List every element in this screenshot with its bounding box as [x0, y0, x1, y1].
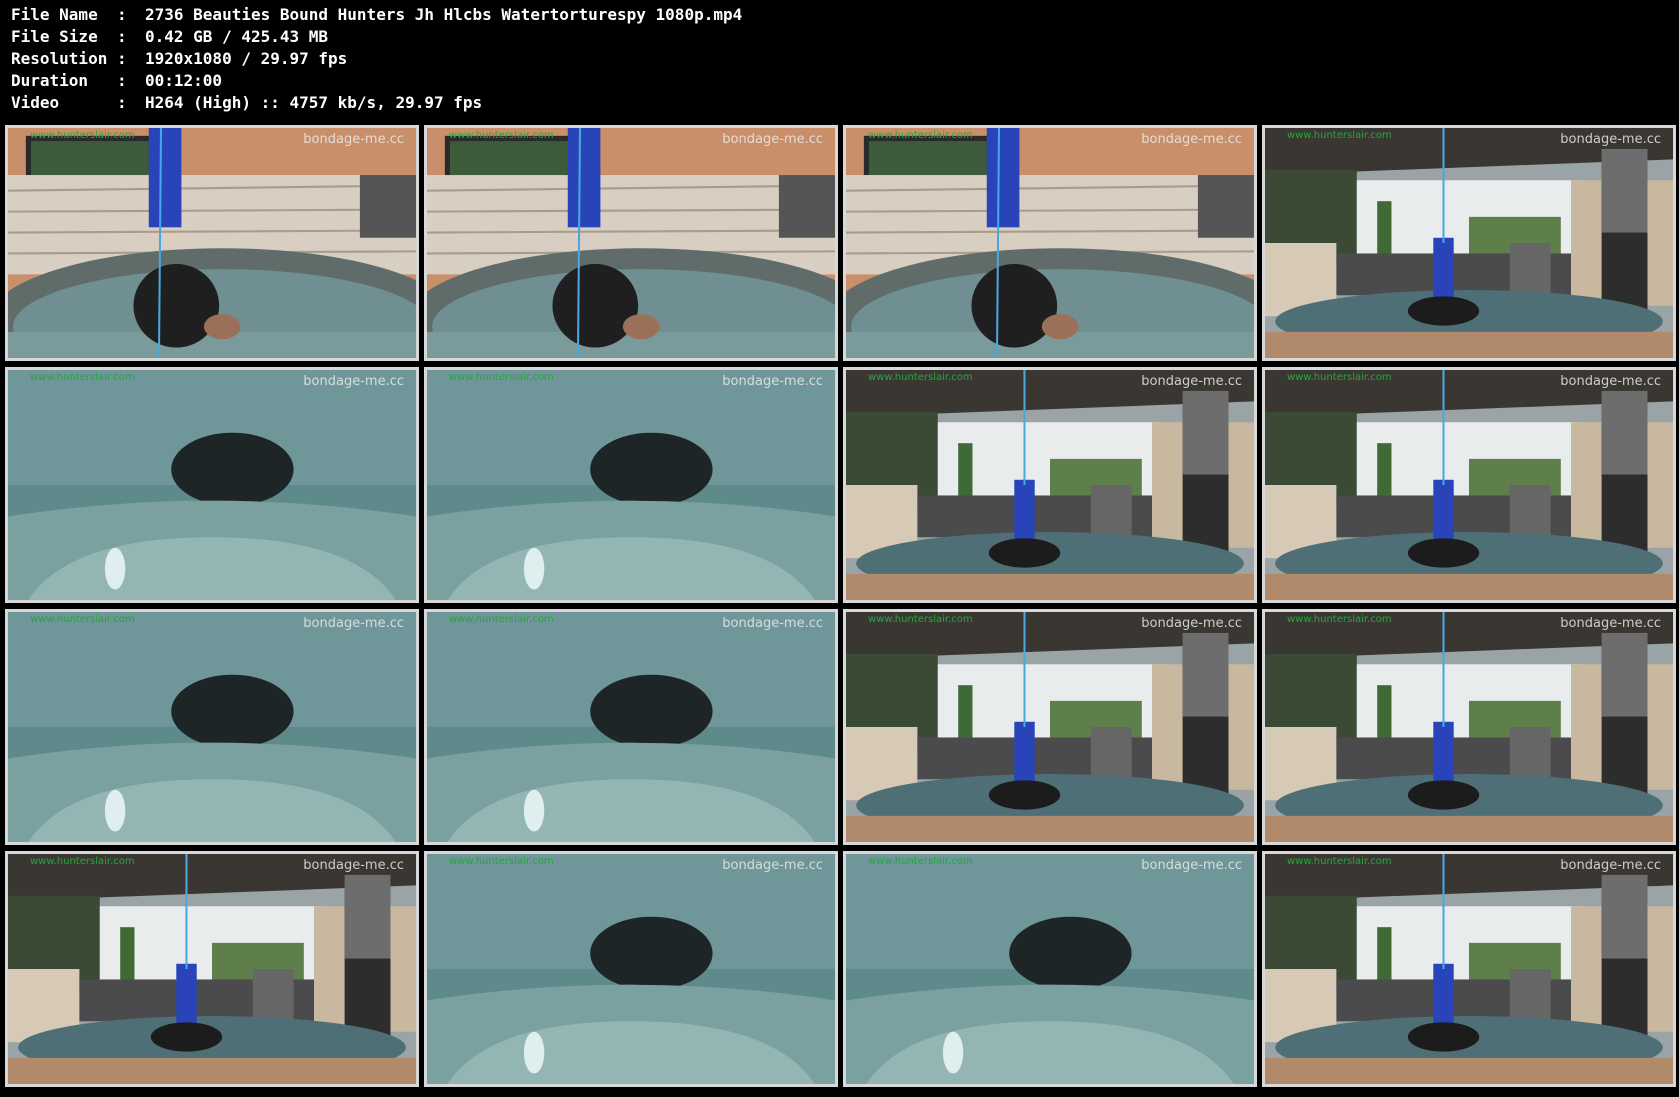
underwater-scene-image: [8, 370, 416, 600]
patio-scene-image: [1265, 612, 1673, 842]
watermark-bondage-me: bondage-me.cc: [303, 616, 404, 631]
watermark-bondage-me: bondage-me.cc: [303, 858, 404, 873]
info-separator: :: [117, 71, 127, 90]
info-row-file-size: File Size : 0.42 GB / 425.43 MB: [11, 26, 1651, 48]
underwater-scene-image: [427, 612, 835, 842]
thumbnail-frame-6: www.hunterslair.com bondage-me.cc: [424, 367, 838, 603]
patio-scene-image: [1265, 128, 1673, 358]
thumbnail-frame-9: www.hunterslair.com bondage-me.cc: [5, 609, 419, 845]
info-separator: :: [117, 27, 127, 46]
thumbnail-frame-16: www.hunterslair.com bondage-me.cc: [1262, 851, 1676, 1087]
watermark-hunterslair: www.hunterslair.com: [449, 130, 554, 141]
watermark-hunterslair: www.hunterslair.com: [30, 130, 135, 141]
watermark-bondage-me: bondage-me.cc: [722, 858, 823, 873]
watermark-bondage-me: bondage-me.cc: [1141, 374, 1242, 389]
info-value: 0.42 GB / 425.43 MB: [145, 27, 329, 46]
info-label: File Size: [11, 27, 98, 46]
watermark-hunterslair: www.hunterslair.com: [449, 614, 554, 625]
watermark-bondage-me: bondage-me.cc: [1141, 616, 1242, 631]
poolside-scene-image: [8, 128, 416, 358]
watermark-hunterslair: www.hunterslair.com: [868, 130, 973, 141]
info-label: Duration: [11, 71, 89, 90]
thumbnail-frame-11: www.hunterslair.com bondage-me.cc: [843, 609, 1257, 845]
thumbnail-frame-5: www.hunterslair.com bondage-me.cc: [5, 367, 419, 603]
patio-scene-image: [846, 370, 1254, 600]
info-label: Video: [11, 93, 60, 112]
underwater-scene-image: [427, 854, 835, 1084]
watermark-hunterslair: www.hunterslair.com: [868, 856, 973, 867]
thumbnail-frame-13: www.hunterslair.com bondage-me.cc: [5, 851, 419, 1087]
thumbnail-frame-8: www.hunterslair.com bondage-me.cc: [1262, 367, 1676, 603]
info-row-video: Video : H264 (High) :: 4757 kb/s, 29.97 …: [11, 92, 1651, 114]
thumbnail-frame-4: www.hunterslair.com bondage-me.cc: [1262, 125, 1676, 361]
watermark-hunterslair: www.hunterslair.com: [449, 372, 554, 383]
info-value: H264 (High) :: 4757 kb/s, 29.97 fps: [145, 93, 483, 112]
info-label: File Name: [11, 5, 98, 24]
underwater-scene-image: [8, 612, 416, 842]
info-value: 2736 Beauties Bound Hunters Jh Hlcbs Wat…: [145, 5, 743, 24]
watermark-bondage-me: bondage-me.cc: [722, 132, 823, 147]
watermark-hunterslair: www.hunterslair.com: [1287, 130, 1392, 141]
info-row-resolution: Resolution : 1920x1080 / 29.97 fps: [11, 48, 1651, 70]
watermark-bondage-me: bondage-me.cc: [303, 132, 404, 147]
watermark-bondage-me: bondage-me.cc: [1560, 616, 1661, 631]
info-value: 00:12:00: [145, 71, 223, 90]
watermark-bondage-me: bondage-me.cc: [1560, 374, 1661, 389]
patio-scene-image: [8, 854, 416, 1084]
info-separator: :: [117, 93, 127, 112]
watermark-hunterslair: www.hunterslair.com: [30, 614, 135, 625]
watermark-bondage-me: bondage-me.cc: [303, 374, 404, 389]
patio-scene-image: [846, 612, 1254, 842]
watermark-bondage-me: bondage-me.cc: [1560, 858, 1661, 873]
watermark-bondage-me: bondage-me.cc: [1560, 132, 1661, 147]
info-label: Resolution: [11, 49, 108, 68]
watermark-bondage-me: bondage-me.cc: [1141, 858, 1242, 873]
underwater-scene-image: [427, 370, 835, 600]
watermark-hunterslair: www.hunterslair.com: [868, 614, 973, 625]
info-row-file-name: File Name : 2736 Beauties Bound Hunters …: [11, 4, 1651, 26]
patio-scene-image: [1265, 854, 1673, 1084]
poolside-scene-image: [846, 128, 1254, 358]
thumbnail-frame-12: www.hunterslair.com bondage-me.cc: [1262, 609, 1676, 845]
watermark-bondage-me: bondage-me.cc: [722, 616, 823, 631]
underwater-scene-image: [846, 854, 1254, 1084]
watermark-hunterslair: www.hunterslair.com: [1287, 372, 1392, 383]
watermark-hunterslair: www.hunterslair.com: [1287, 614, 1392, 625]
patio-scene-image: [1265, 370, 1673, 600]
thumbnail-frame-7: www.hunterslair.com bondage-me.cc: [843, 367, 1257, 603]
info-separator: :: [117, 49, 127, 68]
thumbnail-frame-15: www.hunterslair.com bondage-me.cc: [843, 851, 1257, 1087]
info-separator: :: [117, 5, 127, 24]
thumbnail-frame-14: www.hunterslair.com bondage-me.cc: [424, 851, 838, 1087]
thumbnail-frame-3: www.hunterslair.com bondage-me.cc: [843, 125, 1257, 361]
thumbnail-frame-1: www.hunterslair.com bondage-me.cc: [5, 125, 419, 361]
thumbnail-frame-2: www.hunterslair.com bondage-me.cc: [424, 125, 838, 361]
info-row-duration: Duration : 00:12:00: [11, 70, 1651, 92]
watermark-hunterslair: www.hunterslair.com: [30, 856, 135, 867]
watermark-bondage-me: bondage-me.cc: [722, 374, 823, 389]
watermark-bondage-me: bondage-me.cc: [1141, 132, 1242, 147]
watermark-hunterslair: www.hunterslair.com: [30, 372, 135, 383]
watermark-hunterslair: www.hunterslair.com: [868, 372, 973, 383]
thumbnail-frame-10: www.hunterslair.com bondage-me.cc: [424, 609, 838, 845]
poolside-scene-image: [427, 128, 835, 358]
info-value: 1920x1080 / 29.97 fps: [145, 49, 348, 68]
file-info-header: File Name : 2736 Beauties Bound Hunters …: [11, 4, 1651, 120]
watermark-hunterslair: www.hunterslair.com: [1287, 856, 1392, 867]
thumbnail-grid: www.hunterslair.com bondage-me.cc www.hunt…: [5, 125, 1676, 1093]
watermark-hunterslair: www.hunterslair.com: [449, 856, 554, 867]
